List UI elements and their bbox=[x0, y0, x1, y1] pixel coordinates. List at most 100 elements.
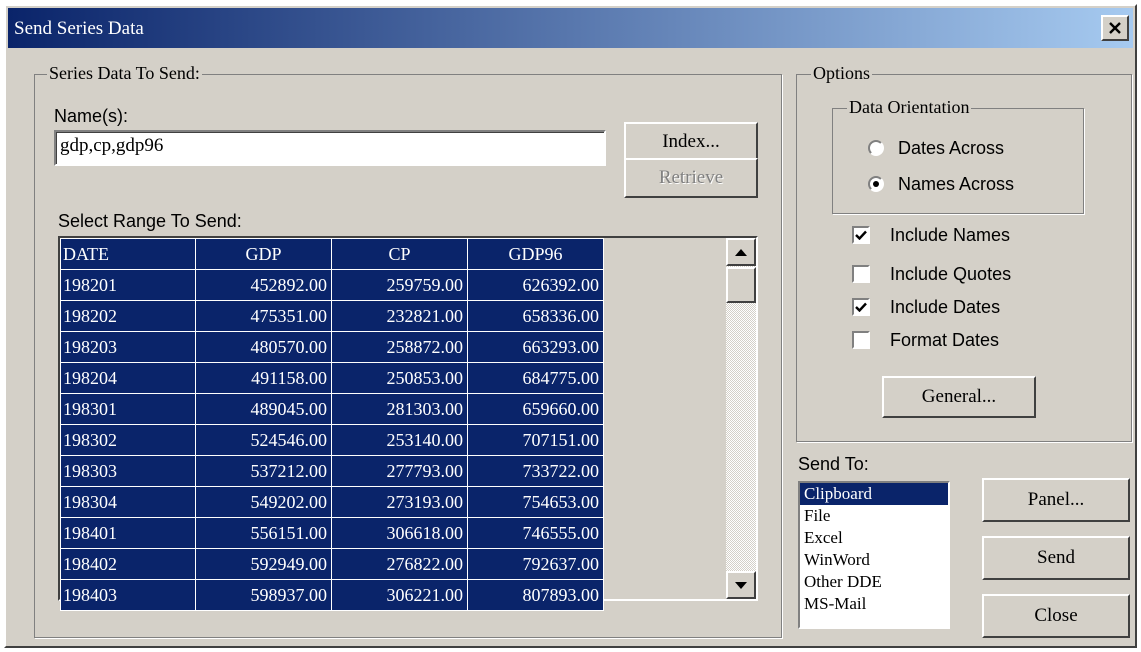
value-cell[interactable]: 549202.00 bbox=[195, 486, 332, 518]
value-cell[interactable]: 253140.00 bbox=[331, 424, 468, 456]
value-cell[interactable]: 684775.00 bbox=[467, 362, 604, 394]
date-cell[interactable]: 198204 bbox=[60, 362, 196, 394]
value-cell[interactable]: 258872.00 bbox=[331, 331, 468, 363]
column-header-date[interactable]: DATE bbox=[60, 238, 196, 270]
table-row[interactable]: 198204 491158.00 250853.00 684775.00 bbox=[60, 362, 604, 394]
close-button[interactable]: Close bbox=[982, 594, 1130, 638]
value-cell[interactable]: 475351.00 bbox=[195, 300, 332, 332]
dates-across-radio-circle[interactable] bbox=[868, 140, 884, 156]
names-across-label[interactable]: Names Across bbox=[898, 174, 1014, 195]
data-table[interactable]: DATE GDP CP GDP96 198201 452892.00 259759.… bbox=[60, 238, 604, 611]
value-cell[interactable]: 537212.00 bbox=[195, 455, 332, 487]
send-to-listbox[interactable]: Clipboard File Excel WinWord Other DDE MS-Mai… bbox=[798, 481, 950, 629]
value-cell[interactable]: 306618.00 bbox=[331, 517, 468, 549]
send-to-item[interactable]: File bbox=[800, 505, 948, 527]
value-cell[interactable]: 281303.00 bbox=[331, 393, 468, 425]
value-cell[interactable]: 592949.00 bbox=[195, 548, 332, 580]
table-row[interactable]: 198301 489045.00 281303.00 659660.00 bbox=[60, 393, 604, 425]
scroll-thumb[interactable] bbox=[726, 267, 756, 303]
value-cell[interactable]: 733722.00 bbox=[467, 455, 604, 487]
table-row[interactable]: 198304 549202.00 273193.00 754653.00 bbox=[60, 486, 604, 518]
value-cell[interactable]: 598937.00 bbox=[195, 579, 332, 611]
send-series-data-dialog: Send Series Data Series Data To Send: Na… bbox=[4, 4, 1137, 648]
send-to-item[interactable]: Clipboard bbox=[800, 483, 948, 505]
data-grid[interactable]: DATE GDP CP GDP96 198201 452892.00 259759.… bbox=[58, 236, 758, 611]
dates-across-label[interactable]: Dates Across bbox=[898, 138, 1004, 159]
column-header-gdp96[interactable]: GDP96 bbox=[467, 238, 604, 270]
value-cell[interactable]: 491158.00 bbox=[195, 362, 332, 394]
scroll-down-button[interactable] bbox=[726, 571, 756, 599]
retrieve-button[interactable]: Retrieve bbox=[624, 158, 758, 198]
general-button[interactable]: General... bbox=[882, 376, 1036, 418]
value-cell[interactable]: 480570.00 bbox=[195, 331, 332, 363]
include-names-label[interactable]: Include Names bbox=[890, 225, 1010, 246]
table-row[interactable]: 198302 524546.00 253140.00 707151.00 bbox=[60, 424, 604, 456]
include-quotes-label[interactable]: Include Quotes bbox=[890, 264, 1011, 285]
table-row[interactable]: 198401 556151.00 306618.00 746555.00 bbox=[60, 517, 604, 549]
date-cell[interactable]: 198301 bbox=[60, 393, 196, 425]
value-cell[interactable]: 658336.00 bbox=[467, 300, 604, 332]
table-row[interactable]: 198403 598937.00 306221.00 807893.00 bbox=[60, 579, 604, 611]
include-dates-box[interactable] bbox=[852, 298, 870, 316]
send-to-item[interactable]: Excel bbox=[800, 527, 948, 549]
date-cell[interactable]: 198203 bbox=[60, 331, 196, 363]
names-input[interactable]: gdp,cp,gdp96 bbox=[54, 130, 606, 166]
table-row[interactable]: 198203 480570.00 258872.00 663293.00 bbox=[60, 331, 604, 363]
date-cell[interactable]: 198302 bbox=[60, 424, 196, 456]
value-cell[interactable]: 232821.00 bbox=[331, 300, 468, 332]
value-cell[interactable]: 659660.00 bbox=[467, 393, 604, 425]
value-cell[interactable]: 556151.00 bbox=[195, 517, 332, 549]
data-orientation-legend: Data Orientation bbox=[847, 97, 972, 118]
scroll-up-button[interactable] bbox=[726, 238, 756, 266]
value-cell[interactable]: 746555.00 bbox=[467, 517, 604, 549]
send-to-item[interactable]: Other DDE bbox=[800, 571, 948, 593]
value-cell[interactable]: 273193.00 bbox=[331, 486, 468, 518]
vertical-scrollbar[interactable] bbox=[726, 238, 756, 599]
send-button[interactable]: Send bbox=[982, 536, 1130, 580]
value-cell[interactable]: 524546.00 bbox=[195, 424, 332, 456]
format-dates-box[interactable] bbox=[852, 331, 870, 349]
data-orientation-group: Data Orientation bbox=[832, 97, 1084, 214]
arrow-down-icon bbox=[735, 581, 747, 589]
column-header-cp[interactable]: CP bbox=[331, 238, 468, 270]
date-cell[interactable]: 198402 bbox=[60, 548, 196, 580]
include-quotes-box[interactable] bbox=[852, 265, 870, 283]
index-button[interactable]: Index... bbox=[624, 122, 758, 162]
value-cell[interactable]: 259759.00 bbox=[331, 269, 468, 301]
table-row[interactable]: 198402 592949.00 276822.00 792637.00 bbox=[60, 548, 604, 580]
include-names-box[interactable] bbox=[852, 226, 870, 244]
date-cell[interactable]: 198401 bbox=[60, 517, 196, 549]
table-row[interactable]: 198303 537212.00 277793.00 733722.00 bbox=[60, 455, 604, 487]
date-cell[interactable]: 198202 bbox=[60, 300, 196, 332]
value-cell[interactable]: 276822.00 bbox=[331, 548, 468, 580]
value-cell[interactable]: 489045.00 bbox=[195, 393, 332, 425]
panel-button[interactable]: Panel... bbox=[982, 478, 1130, 522]
send-to-item[interactable]: MS-Mail bbox=[800, 593, 948, 615]
title-bar[interactable]: Send Series Data bbox=[8, 8, 1133, 48]
value-cell[interactable]: 250853.00 bbox=[331, 362, 468, 394]
date-cell[interactable]: 198201 bbox=[60, 269, 196, 301]
value-cell[interactable]: 754653.00 bbox=[467, 486, 604, 518]
names-input-value: gdp,cp,gdp96 bbox=[60, 135, 164, 156]
table-row[interactable]: 198201 452892.00 259759.00 626392.00 bbox=[60, 269, 604, 301]
retrieve-button-label: Retrieve bbox=[658, 167, 724, 188]
format-dates-label[interactable]: Format Dates bbox=[890, 330, 999, 351]
names-across-radio-circle[interactable] bbox=[868, 176, 884, 192]
value-cell[interactable]: 792637.00 bbox=[467, 548, 604, 580]
value-cell[interactable]: 707151.00 bbox=[467, 424, 604, 456]
close-window-button[interactable] bbox=[1101, 15, 1129, 41]
value-cell[interactable]: 663293.00 bbox=[467, 331, 604, 363]
date-cell[interactable]: 198303 bbox=[60, 455, 196, 487]
date-cell[interactable]: 198304 bbox=[60, 486, 196, 518]
value-cell[interactable]: 807893.00 bbox=[467, 579, 604, 611]
send-to-item[interactable]: WinWord bbox=[800, 549, 948, 571]
value-cell[interactable]: 306221.00 bbox=[331, 579, 468, 611]
arrow-up-icon bbox=[735, 248, 747, 256]
table-row[interactable]: 198202 475351.00 232821.00 658336.00 bbox=[60, 300, 604, 332]
value-cell[interactable]: 452892.00 bbox=[195, 269, 332, 301]
include-dates-label[interactable]: Include Dates bbox=[890, 297, 1000, 318]
value-cell[interactable]: 626392.00 bbox=[467, 269, 604, 301]
date-cell[interactable]: 198403 bbox=[60, 579, 196, 611]
column-header-gdp[interactable]: GDP bbox=[195, 238, 332, 270]
value-cell[interactable]: 277793.00 bbox=[331, 455, 468, 487]
